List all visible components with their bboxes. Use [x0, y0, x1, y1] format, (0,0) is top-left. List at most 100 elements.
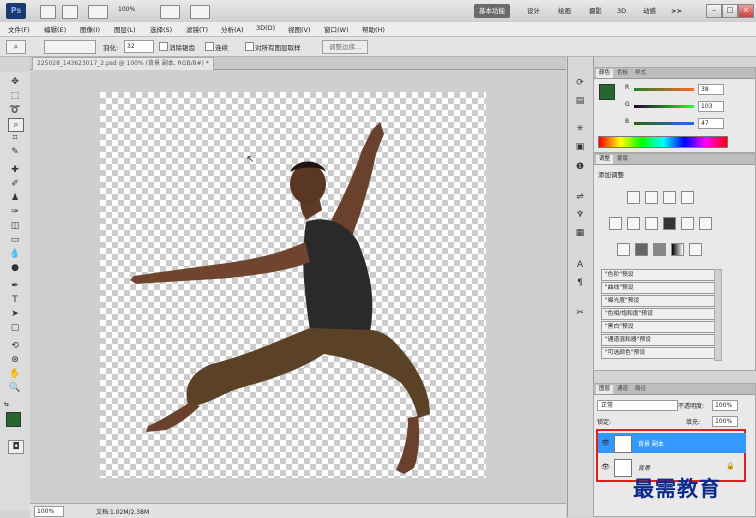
canvas-area[interactable]: ↖ [30, 70, 566, 503]
zoom-level-dropdown[interactable]: 100% [118, 6, 135, 13]
tab-styles[interactable]: 样式 [632, 69, 649, 78]
color-balance-icon[interactable] [645, 217, 658, 230]
posterize-icon[interactable] [635, 243, 648, 256]
tab-layers[interactable]: 图层 [596, 385, 614, 394]
preset-black-white[interactable]: "黑白"预设 [601, 321, 716, 333]
pen-tool-icon[interactable]: ✒ [8, 280, 22, 292]
gradient-tool-icon[interactable]: ▭ [8, 234, 22, 246]
layer-name[interactable]: 背景 副本 [638, 439, 664, 448]
3d-panel-icon[interactable]: ⇌ [573, 191, 587, 203]
preset-exposure[interactable]: "曝光度"预设 [601, 295, 716, 307]
foreground-color-swatch[interactable] [6, 412, 21, 427]
menu-image[interactable]: 图像(I) [80, 24, 100, 34]
menu-filter[interactable]: 滤镜(T) [186, 24, 208, 34]
hue-saturation-icon[interactable] [627, 217, 640, 230]
hand-tool-icon[interactable]: ✋ [8, 368, 22, 380]
eyedropper-tool-icon[interactable]: ✎ [8, 146, 22, 158]
tab-channels[interactable]: 通道 [614, 385, 631, 394]
crop-tool-icon[interactable]: ⌗ [8, 132, 22, 144]
info-panel-icon[interactable]: ❶ [573, 161, 587, 173]
preset-levels[interactable]: "色阶"预设 [601, 269, 716, 281]
workspace-design-button[interactable]: 设计 [522, 4, 545, 18]
feather-input[interactable]: 32 [124, 40, 154, 53]
eraser-tool-icon[interactable]: ◫ [8, 220, 22, 232]
menu-select[interactable]: 选择(S) [150, 24, 172, 34]
black-white-icon[interactable] [663, 217, 676, 230]
paragraph-panel-icon[interactable]: ¶ [573, 277, 587, 289]
channel-r-slider[interactable] [634, 88, 694, 91]
fill-input[interactable]: 100% [712, 416, 738, 427]
color-spectrum-ramp[interactable] [598, 136, 728, 148]
preset-selective-color[interactable]: "可选颜色"预设 [601, 347, 716, 359]
workspace-more-button[interactable]: >> [666, 4, 687, 18]
lasso-tool-icon[interactable]: ➰ [8, 104, 22, 116]
type-tool-icon[interactable]: T [8, 294, 22, 306]
tab-swatches[interactable]: 色板 [614, 69, 631, 78]
animation-panel-icon[interactable]: ▦ [573, 227, 587, 239]
sample-all-checkbox[interactable] [245, 42, 254, 51]
menu-file[interactable]: 文件(F) [8, 24, 30, 34]
color-panel-fg-swatch[interactable] [599, 84, 615, 100]
menu-window[interactable]: 窗口(W) [324, 24, 349, 34]
brightness-contrast-icon[interactable] [627, 191, 640, 204]
tool-presets-icon[interactable]: ✂ [573, 307, 587, 319]
quick-selection-tool-icon[interactable]: ⌕ [8, 118, 24, 132]
tab-color[interactable]: 颜色 [596, 69, 614, 78]
healing-brush-tool-icon[interactable]: ✚ [8, 164, 22, 176]
tab-adjustments[interactable]: 调整 [596, 155, 614, 164]
workspace-photography-button[interactable]: 摄影 [584, 4, 607, 18]
menu-view[interactable]: 视图(V) [288, 24, 311, 34]
menu-help[interactable]: 帮助(H) [362, 24, 385, 34]
channel-mixer-icon[interactable] [699, 217, 712, 230]
menu-edit[interactable]: 编辑(E) [44, 24, 66, 34]
blend-mode-select[interactable]: 正常 [597, 400, 678, 411]
menu-layer[interactable]: 图层(L) [114, 24, 136, 34]
notes-panel-icon[interactable]: ♆ [573, 209, 587, 221]
gradient-map-icon[interactable] [671, 243, 684, 256]
maximize-icon[interactable]: □ [722, 4, 738, 18]
clone-source-icon[interactable]: ▣ [573, 141, 587, 153]
character-panel-icon[interactable]: A [573, 259, 587, 271]
preset-channel-mixer[interactable]: "通道混和器"预设 [601, 334, 716, 346]
history-brush-tool-icon[interactable]: ✑ [8, 206, 22, 218]
marquee-tool-icon[interactable]: ⬚ [8, 90, 22, 102]
curves-icon[interactable] [663, 191, 676, 204]
threshold-icon[interactable] [653, 243, 666, 256]
refine-edge-button[interactable]: 调整边缘... [322, 40, 369, 54]
tab-paths[interactable]: 路径 [632, 385, 649, 394]
opacity-input[interactable]: 100% [712, 400, 738, 411]
invert-icon[interactable] [617, 243, 630, 256]
menu-analysis[interactable]: 分析(A) [221, 24, 244, 34]
view-extras-icon[interactable] [88, 5, 108, 19]
antialias-checkbox[interactable] [159, 42, 168, 51]
preset-curves[interactable]: "曲线"预设 [601, 282, 716, 294]
vibrance-icon[interactable] [609, 217, 622, 230]
channel-g-slider[interactable] [634, 105, 694, 108]
layer-name[interactable]: 背景 [638, 463, 650, 472]
contiguous-checkbox[interactable] [205, 42, 214, 51]
channel-b-value[interactable]: 47 [698, 118, 724, 129]
arrange-documents-icon[interactable] [160, 5, 180, 19]
layer-visibility-eye-icon[interactable]: 👁 [601, 439, 610, 447]
exposure-icon[interactable] [681, 191, 694, 204]
screen-mode-icon[interactable] [190, 5, 210, 19]
selective-color-icon[interactable] [689, 243, 702, 256]
history-panel-icon[interactable]: ⟳ [573, 77, 587, 89]
dodge-tool-icon[interactable]: ● [8, 262, 22, 274]
menu-3d[interactable]: 3D(D) [256, 24, 275, 32]
preset-hue-saturation[interactable]: "色相/饱和度"预设 [601, 308, 716, 320]
minibridge-icon[interactable] [62, 5, 78, 19]
workspace-painting-button[interactable]: 绘画 [553, 4, 576, 18]
channel-g-value[interactable]: 103 [698, 101, 724, 112]
minimize-icon[interactable]: – [706, 4, 722, 18]
workspace-3d-button[interactable]: 3D [612, 4, 631, 18]
presets-scrollbar[interactable] [714, 269, 722, 361]
layer-row-background-copy[interactable]: 👁 背景 副本 [598, 433, 746, 453]
document-tab[interactable]: 225028_143623017_2.psd @ 100% (背景 副本, RG… [32, 57, 214, 70]
levels-icon[interactable] [645, 191, 658, 204]
actions-panel-icon[interactable]: ▤ [573, 95, 587, 107]
tool-preset-picker[interactable]: ⌕ [6, 40, 26, 54]
zoom-tool-icon[interactable]: 🔍 [8, 382, 22, 394]
image-canvas[interactable] [100, 92, 486, 478]
tab-masks[interactable]: 蒙版 [614, 155, 631, 164]
